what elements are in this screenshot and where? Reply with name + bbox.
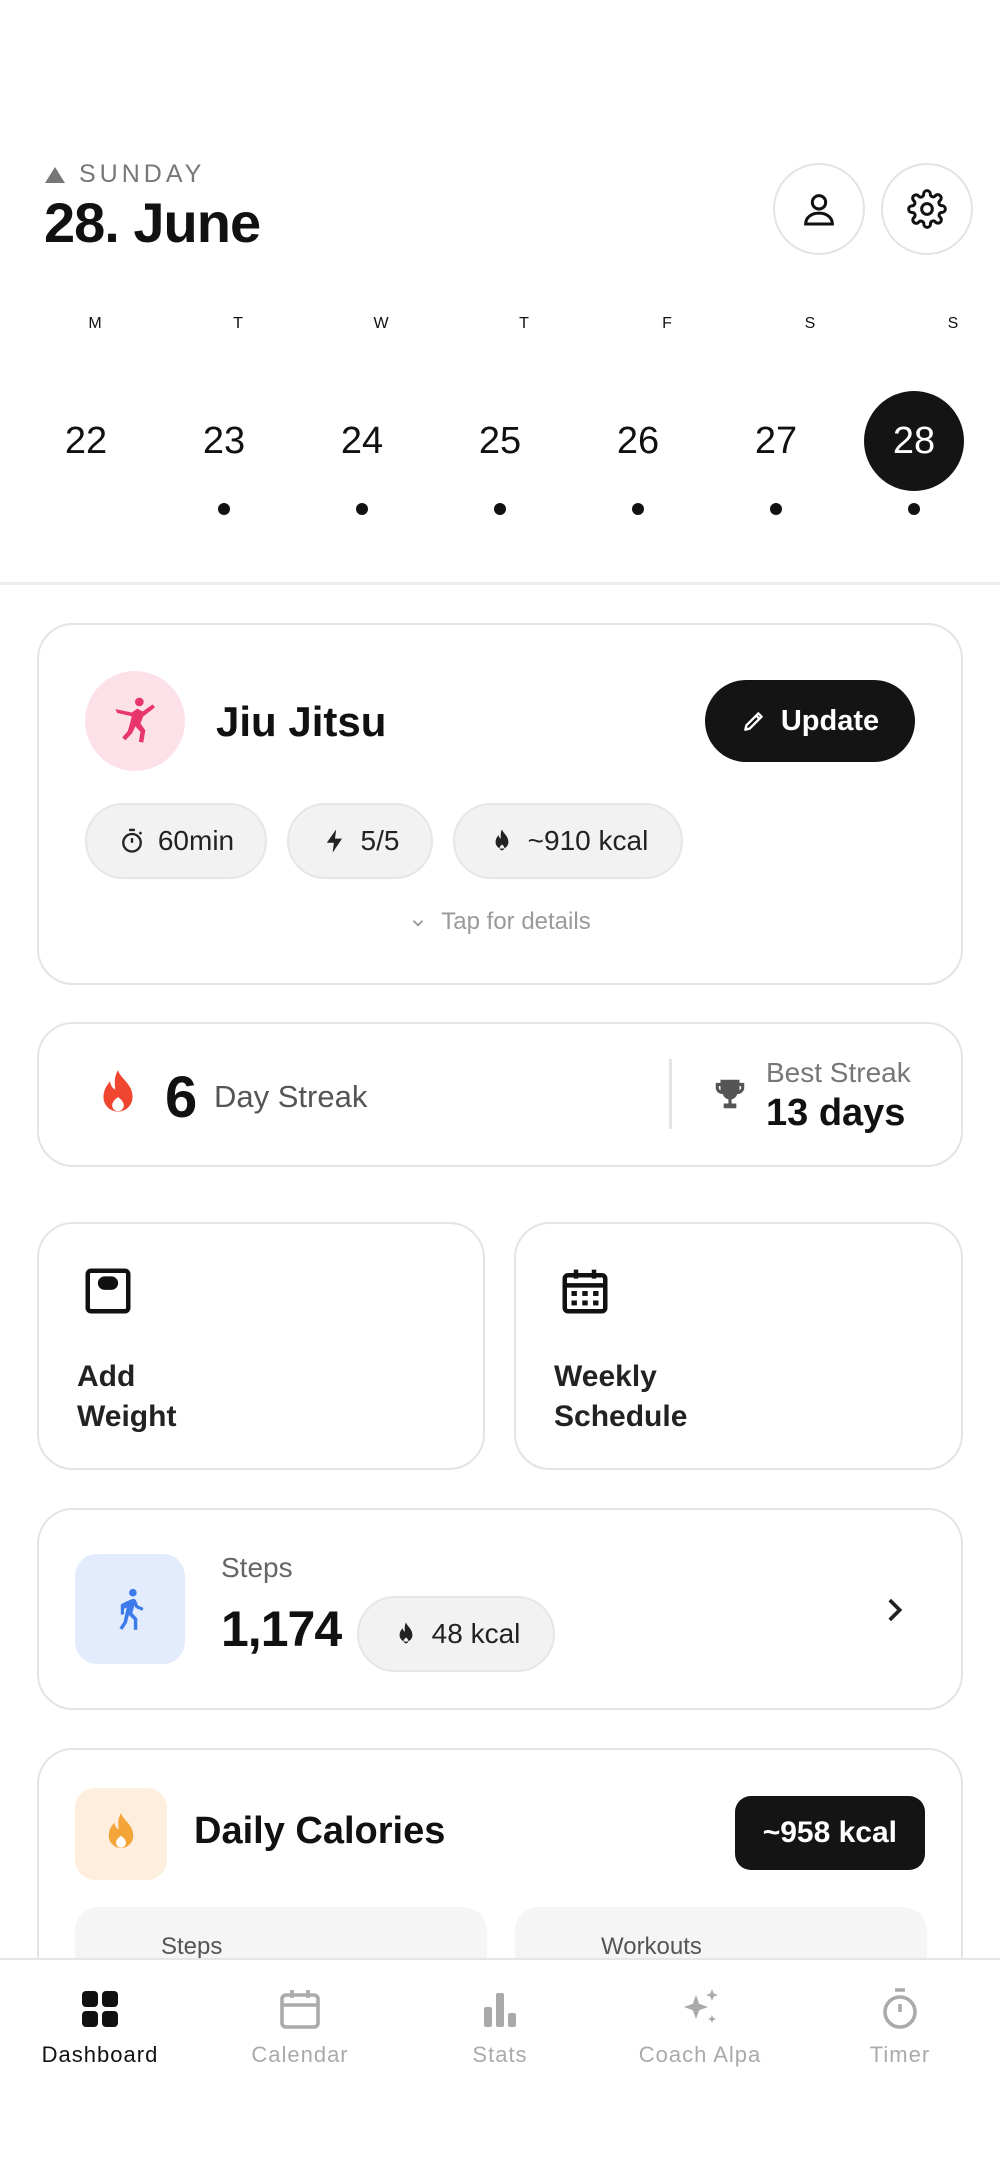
- add-weight-label: Add Weight: [77, 1357, 176, 1437]
- activity-name: Jiu Jitsu: [216, 698, 387, 745]
- activity-dot: [908, 503, 920, 515]
- nav-timer-label: Timer: [869, 2042, 931, 2067]
- nav-dashboard-label: Dashboard: [41, 2042, 159, 2067]
- activity-dot: [356, 503, 368, 515]
- nav-stats-label: Stats: [472, 2042, 528, 2067]
- update-label: Update: [780, 704, 880, 737]
- streak-label: Day Streak: [214, 1079, 368, 1114]
- day-25[interactable]: 25: [450, 391, 550, 491]
- lightning-icon: [326, 829, 342, 853]
- best-streak-label: Best Streak: [766, 1057, 911, 1088]
- duration-value: 60min: [157, 825, 235, 856]
- stopwatch-icon: [121, 828, 143, 853]
- day-24[interactable]: 24: [312, 391, 412, 491]
- intensity-value: 5/5: [360, 825, 400, 856]
- flame-icon: [103, 1070, 133, 1112]
- activity-dot: [632, 503, 644, 515]
- best-streak-value: 13 days: [766, 1092, 906, 1134]
- timer-icon: [883, 1988, 917, 2029]
- martial-arts-icon: [115, 697, 155, 743]
- calendar-icon: [280, 1990, 320, 2029]
- weekly-schedule-tile[interactable]: Weekly Schedule: [514, 1222, 963, 1470]
- calories-avatar: [75, 1788, 167, 1880]
- weekday-letter: T: [233, 315, 243, 332]
- weekday-label: SUNDAY: [79, 160, 206, 188]
- day-28-selected[interactable]: 28: [864, 391, 964, 491]
- steps-avatar: [75, 1554, 185, 1664]
- calories-chip: ~910 kcal: [453, 803, 683, 879]
- calendar-grid-icon: [562, 1269, 608, 1314]
- intensity-chip: 5/5: [287, 803, 433, 879]
- steps-calories-value: 48 kcal: [431, 1618, 521, 1649]
- subcard-steps-label: Steps: [161, 1933, 223, 1960]
- divider: [669, 1059, 672, 1129]
- add-weight-line1: Add: [77, 1360, 136, 1393]
- streak-count: 6: [165, 1065, 198, 1130]
- update-button[interactable]: Update: [705, 680, 915, 762]
- steps-calories-chip: 48 kcal: [357, 1596, 555, 1672]
- bottom-nav: Dashboard Calendar Stats Coach Alpa Time…: [0, 1958, 1000, 2173]
- day-26[interactable]: 26: [588, 391, 688, 491]
- nav-coach-label: Coach Alpa: [638, 2042, 762, 2067]
- scale-icon: [85, 1268, 131, 1314]
- triangle-up-icon: [45, 166, 65, 183]
- weekday-letter: S: [804, 315, 816, 332]
- subcard-workouts-label: Workouts: [601, 1933, 702, 1960]
- weekday-row: SUNDAY: [45, 160, 205, 189]
- details-hint-label: Tap for details: [441, 908, 591, 935]
- gear-icon: [907, 189, 947, 229]
- duration-chip: 60min: [85, 803, 267, 879]
- stats-icon: [484, 1993, 516, 2027]
- weekday-letter: T: [519, 315, 529, 332]
- day-23[interactable]: 23: [174, 391, 274, 491]
- activity-dot: [494, 503, 506, 515]
- streak-card: 6 Day Streak Best Streak 13 days: [37, 1022, 963, 1167]
- dashboard-icon: [82, 1991, 118, 2027]
- steps-value: 1,174: [221, 1601, 342, 1657]
- nav-calendar-label: Calendar: [251, 2042, 349, 2067]
- trophy-icon: [715, 1079, 745, 1109]
- walking-icon: [119, 1588, 144, 1630]
- calories-value: ~910 kcal: [527, 825, 649, 856]
- activity-dot: [770, 503, 782, 515]
- daily-calories-title: Daily Calories: [194, 1810, 446, 1852]
- user-icon: [804, 194, 834, 226]
- pencil-icon: [743, 712, 763, 731]
- chevron-down-icon: [413, 919, 424, 927]
- weekly-schedule-label: Weekly Schedule: [554, 1357, 687, 1437]
- activity-avatar: [85, 671, 185, 771]
- weekday-letter: W: [373, 315, 389, 332]
- steps-card[interactable]: Steps 1,174 48 kcal: [37, 1508, 963, 1710]
- chevron-right-icon: [888, 1598, 903, 1622]
- steps-label: Steps: [221, 1552, 293, 1583]
- weekday-letter: F: [662, 315, 672, 332]
- details-hint[interactable]: Tap for details: [39, 908, 961, 936]
- flame-icon: [108, 1813, 134, 1848]
- profile-button[interactable]: [773, 163, 865, 255]
- weekly-schedule-line2: Schedule: [554, 1400, 688, 1433]
- daily-calories-total: ~958 kcal: [734, 1796, 925, 1870]
- settings-button[interactable]: [881, 163, 973, 255]
- weekly-schedule-line1: Weekly: [554, 1360, 657, 1393]
- flame-icon: [495, 829, 509, 851]
- sparkle-icon: [684, 1989, 718, 2023]
- add-weight-tile[interactable]: Add Weight: [37, 1222, 485, 1470]
- activity-card[interactable]: Jiu Jitsu Update 60min 5/5 ~910 kcal Tap…: [37, 623, 963, 985]
- weekday-letter: S: [947, 315, 959, 332]
- header: SUNDAY 28. June M 22 T 23 W 24 T 25 F 26: [0, 0, 1000, 585]
- day-22[interactable]: 22: [36, 391, 136, 491]
- add-weight-line2: Weight: [77, 1400, 177, 1433]
- flame-icon: [399, 1622, 413, 1644]
- activity-dot: [218, 503, 230, 515]
- page-title: 28. June: [44, 191, 261, 254]
- day-27[interactable]: 27: [726, 391, 826, 491]
- weekday-letter: M: [88, 315, 102, 332]
